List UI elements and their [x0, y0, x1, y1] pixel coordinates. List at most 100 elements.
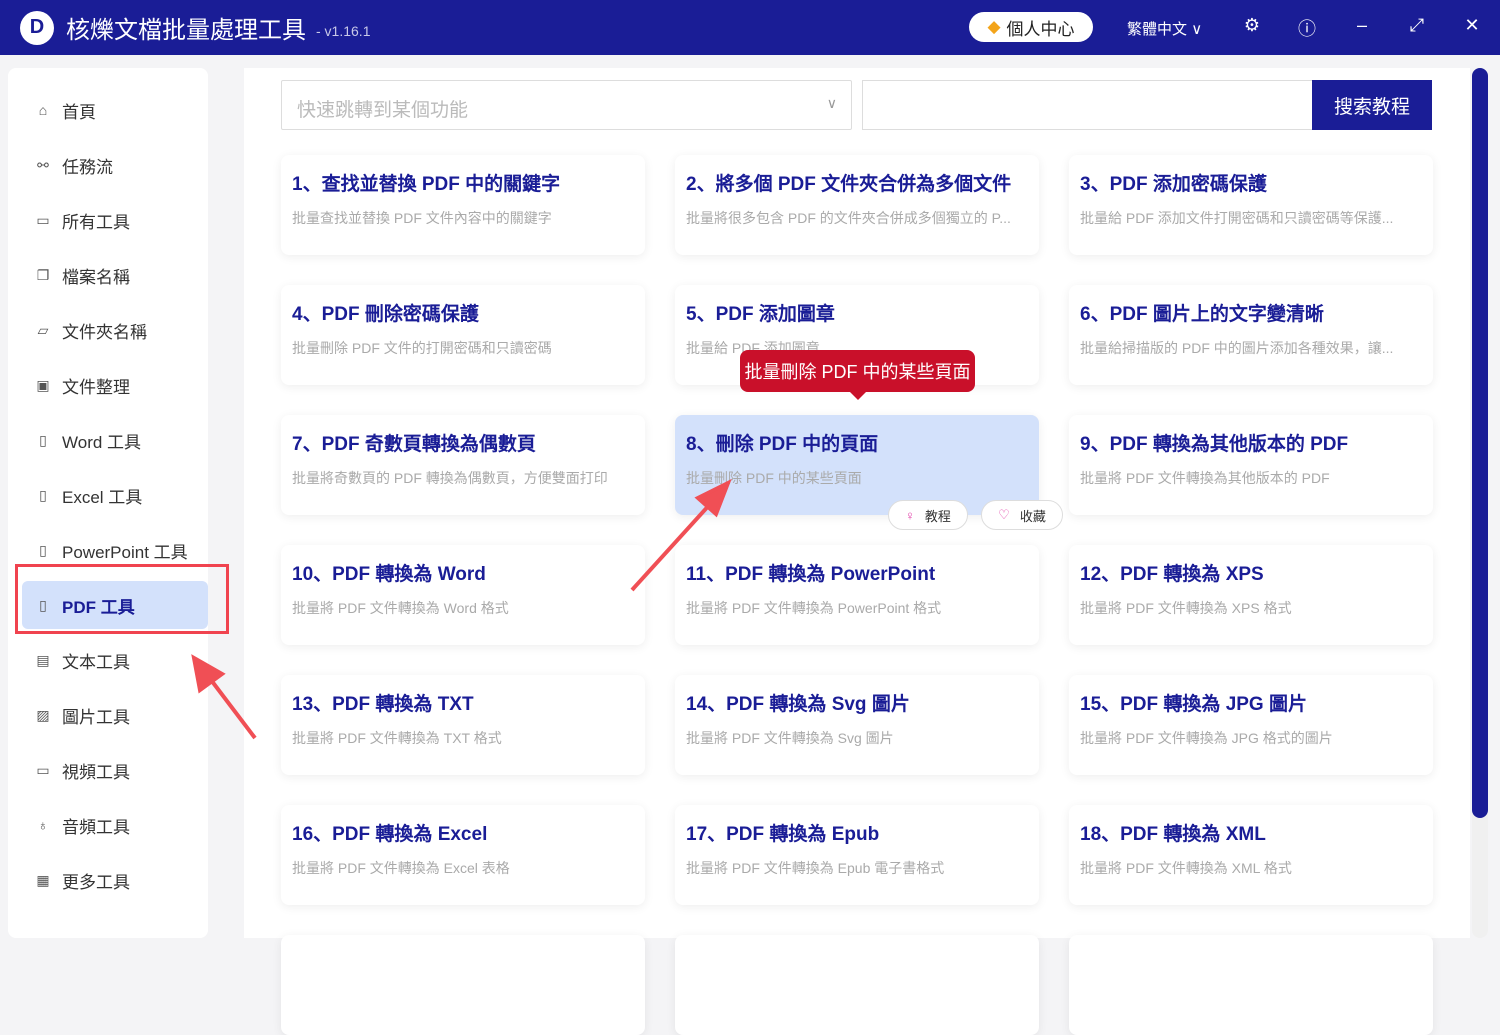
sidebar-item[interactable]: ▤ 文本工具: [22, 636, 208, 684]
tool-card[interactable]: 12、PDF 轉換為 XPS批量將 PDF 文件轉換為 XPS 格式: [1069, 545, 1433, 645]
chevron-down-icon: ∨: [827, 95, 837, 112]
excel-icon: ▯: [32, 487, 54, 504]
text-icon: ▤: [32, 652, 54, 669]
lightbulb-icon: ♀: [905, 508, 915, 523]
tool-card[interactable]: 2、將多個 PDF 文件夾合併為多個文件批量將很多包含 PDF 的文件夾合併成多…: [675, 155, 1039, 255]
tool-card-title: 3、PDF 添加密碼保護: [1080, 169, 1267, 196]
tool-card[interactable]: 16、PDF 轉換為 Excel批量將 PDF 文件轉換為 Excel 表格: [281, 805, 645, 905]
title-bar: D 核爍文檔批量處理工具 - v1.16.1 ◆個人中心 繁體中文 ∨ ⚙ ⓘ …: [0, 0, 1500, 55]
heart-icon: ♡: [998, 507, 1010, 523]
sidebar: ⌂首頁 ⚯ 任務流 ▭所有工具 ❐ 檔案名稱 ▱ 文件夾名稱 ▣ 文件整理 ▯ Word 工具 ▯ Exc…: [8, 68, 208, 938]
tool-card[interactable]: 13、PDF 轉換為 TXT 批量將 PDF 文件轉換為 TXT 格式: [281, 675, 645, 775]
diamond-icon: ◆: [987, 17, 1000, 37]
tool-card-partial[interactable]: [675, 935, 1039, 1035]
sidebar-item[interactable]: ▭所有工具: [22, 196, 208, 244]
tool-card-title: 12、PDF 轉換為 XPS: [1080, 559, 1264, 586]
language-select[interactable]: 繁體中文 ∨: [1127, 18, 1202, 39]
grid-icon: ▦: [32, 872, 54, 889]
scrollbar[interactable]: [1472, 68, 1488, 938]
file-copy-icon: ❐: [32, 267, 54, 284]
app-version: - v1.16.1: [316, 23, 370, 39]
ppt-icon: ▯: [32, 542, 54, 559]
sidebar-item[interactable]: ▯ Excel 工具: [22, 471, 208, 519]
settings-icon[interactable]: ⚙: [1240, 15, 1264, 36]
tool-card-desc: 批量將 PDF 文件轉換為其他版本的 PDF: [1080, 468, 1420, 488]
maximize-icon[interactable]: ⤢: [1405, 15, 1429, 36]
sidebar-item[interactable]: ▯ Word 工具: [22, 416, 208, 464]
tool-card[interactable]: 8、刪除 PDF 中的頁面批量刪除 PDF 中的某些頁面: [675, 415, 1039, 515]
tool-card-title: 4、PDF 刪除密碼保護: [292, 299, 479, 326]
image-icon: ▨: [32, 707, 54, 724]
tool-card[interactable]: 3、PDF 添加密碼保護批量給 PDF 添加文件打開密碼和只讀密碼等保護...: [1069, 155, 1433, 255]
favorite-button[interactable]: ♡ 收藏: [981, 500, 1063, 530]
close-icon[interactable]: ✕: [1460, 15, 1484, 36]
search-placeholder: 快速跳轉到某個功能: [297, 100, 468, 121]
tool-card-title: 15、PDF 轉換為 JPG 圖片: [1080, 689, 1307, 716]
tool-card[interactable]: 1、查找並替換 PDF 中的關鍵字批量查找並替換 PDF 文件內容中的關鍵字: [281, 155, 645, 255]
tool-card-partial[interactable]: [281, 935, 645, 1035]
organize-icon: ▣: [32, 377, 54, 394]
minimize-icon[interactable]: –: [1350, 15, 1374, 36]
language-label: 繁體中文: [1127, 21, 1187, 38]
sidebar-item-label: 文本工具: [62, 648, 130, 673]
sidebar-item-label: 音頻工具: [62, 813, 130, 838]
tool-card-title: 1、查找並替換 PDF 中的關鍵字: [292, 169, 560, 196]
tool-card[interactable]: 11、PDF 轉換為 PowerPoint批量將 PDF 文件轉換為 Power…: [675, 545, 1039, 645]
tool-card-desc: 批量將 PDF 文件轉換為 Word 格式: [292, 598, 632, 618]
tool-card-title: 5、PDF 添加圖章: [686, 299, 835, 326]
sidebar-item[interactable]: ▨圖片工具: [22, 691, 208, 739]
sidebar-item[interactable]: ♁音頻工具: [22, 801, 208, 849]
sidebar-item-label: 檔案名稱: [62, 263, 130, 288]
sidebar-item[interactable]: ❐ 檔案名稱: [22, 251, 208, 299]
tool-card[interactable]: 15、PDF 轉換為 JPG 圖片批量將 PDF 文件轉換為 JPG 格式的圖片: [1069, 675, 1433, 775]
tool-card-desc: 批量給 PDF 添加文件打開密碼和只讀密碼等保護...: [1080, 208, 1420, 228]
tool-card[interactable]: 18、PDF 轉換為 XML批量將 PDF 文件轉換為 XML 格式: [1069, 805, 1433, 905]
sidebar-item[interactable]: ⚯ 任務流: [22, 141, 208, 189]
personal-center-label: 個人中心: [1007, 15, 1075, 40]
tool-card[interactable]: 7、PDF 奇數頁轉換為偶數頁批量將奇數頁的 PDF 轉換為偶數頁，方便雙面打印: [281, 415, 645, 515]
tutorial-button[interactable]: ♀教程: [888, 500, 968, 530]
sidebar-item[interactable]: ▭視頻工具: [22, 746, 208, 794]
sidebar-item[interactable]: ▦更多工具: [22, 856, 208, 904]
help-icon[interactable]: ⓘ: [1295, 15, 1319, 41]
tool-card-title: 13、PDF 轉換為 TXT: [292, 689, 474, 716]
tool-card-desc: 批量將 PDF 文件轉換為 JPG 格式的圖片: [1080, 728, 1420, 748]
tool-card-desc: 批量查找並替換 PDF 文件內容中的關鍵字: [292, 208, 632, 228]
function-search-select[interactable]: 快速跳轉到某個功能 ∨: [281, 80, 852, 130]
workflow-icon: ⚯: [32, 157, 54, 174]
highlight-box: [15, 564, 229, 634]
sidebar-item-label: 視頻工具: [62, 758, 130, 783]
tool-card-title: 17、PDF 轉換為 Epub: [686, 819, 879, 846]
tool-card[interactable]: 14、PDF 轉換為 Svg 圖片批量將 PDF 文件轉換為 Svg 圖片: [675, 675, 1039, 775]
sidebar-item-label: 任務流: [62, 153, 113, 178]
sidebar-item-label: 文件夾名稱: [62, 318, 147, 343]
search-tutorial-button[interactable]: 搜索教程: [1312, 80, 1432, 130]
sidebar-item-label: 所有工具: [62, 208, 130, 233]
tooltip: 批量刪除 PDF 中的某些頁面: [740, 350, 975, 392]
sidebar-item[interactable]: ▣ 文件整理: [22, 361, 208, 409]
sidebar-item-label: Excel 工具: [62, 483, 142, 508]
word-icon: ▯: [32, 432, 54, 449]
tutorial-search-input[interactable]: [862, 80, 1314, 130]
favorite-label: 收藏: [1020, 506, 1046, 525]
sidebar-item[interactable]: ▱ 文件夾名稱: [22, 306, 208, 354]
tool-card[interactable]: 9、PDF 轉換為其他版本的 PDF 批量將 PDF 文件轉換為其他版本的 PDF: [1069, 415, 1433, 515]
tool-card-desc: 批量將很多包含 PDF 的文件夾合併成多個獨立的 P...: [686, 208, 1026, 228]
tool-card[interactable]: 10、PDF 轉換為 Word批量將 PDF 文件轉換為 Word 格式: [281, 545, 645, 645]
personal-center-button[interactable]: ◆ 個人中心: [969, 12, 1093, 42]
home-icon: ⌂: [32, 102, 54, 118]
tool-card-desc: 批量將 PDF 文件轉換為 XML 格式: [1080, 858, 1420, 878]
tool-card[interactable]: 6、PDF 圖片上的文字變清晰批量給掃描版的 PDF 中的圖片添加各種效果，讓.…: [1069, 285, 1433, 385]
sidebar-item[interactable]: ⌂首頁: [22, 86, 208, 134]
sidebar-item-label: Word 工具: [62, 428, 141, 453]
tool-card-desc: 批量將 PDF 文件轉換為 TXT 格式: [292, 728, 632, 748]
folder-icon: ▱: [32, 322, 54, 339]
tool-card-partial[interactable]: [1069, 935, 1433, 1035]
tool-card[interactable]: 4、PDF 刪除密碼保護批量刪除 PDF 文件的打開密碼和只讀密碼: [281, 285, 645, 385]
app-logo: D: [20, 11, 54, 45]
tool-card-desc: 批量刪除 PDF 中的某些頁面: [686, 468, 1026, 488]
sidebar-item-label: 文件整理: [62, 373, 130, 398]
scrollbar-thumb[interactable]: [1472, 68, 1488, 818]
tool-card[interactable]: 17、PDF 轉換為 Epub批量將 PDF 文件轉換為 Epub 電子書格式: [675, 805, 1039, 905]
tool-card-title: 9、PDF 轉換為其他版本的 PDF: [1080, 429, 1348, 456]
